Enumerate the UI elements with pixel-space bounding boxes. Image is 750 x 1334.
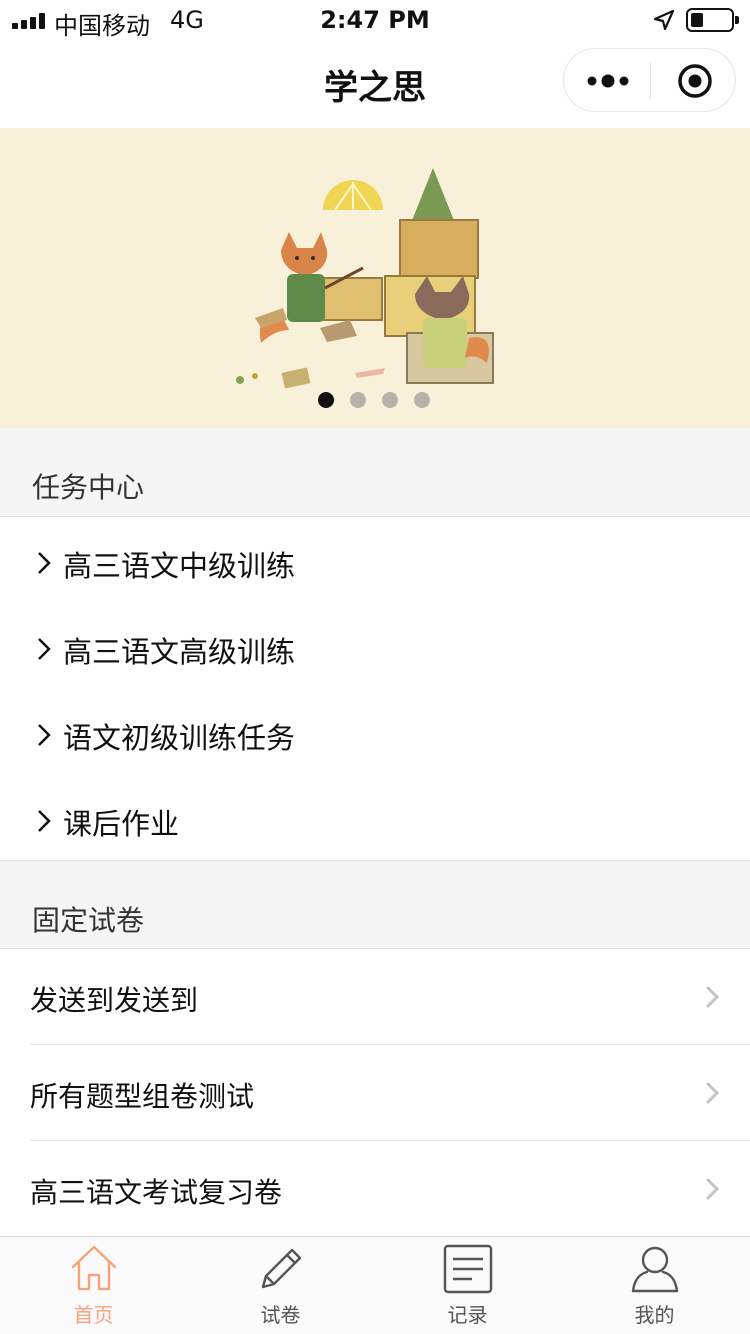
tab-papers[interactable]: 试卷 xyxy=(187,1237,374,1334)
location-arrow-icon xyxy=(653,9,675,31)
chevron-right-icon xyxy=(38,724,51,746)
status-bar: 中国移动 4G 2:47 PM xyxy=(0,0,750,40)
fixed-papers-header: 固定试卷 xyxy=(0,860,750,949)
close-mini-program-icon[interactable] xyxy=(676,62,714,100)
task-item-label: 高三语文高级训练 xyxy=(63,635,296,669)
tab-records-label: 记录 xyxy=(447,1303,488,1327)
paper-item-label: 所有题型组卷测试 xyxy=(30,1080,255,1113)
battery-icon xyxy=(686,8,739,32)
tab-profile[interactable]: 我的 xyxy=(561,1237,748,1334)
task-item-label: 高三语文中级训练 xyxy=(63,549,296,583)
chevron-right-icon xyxy=(38,638,51,660)
tab-home-label: 首页 xyxy=(73,1303,114,1327)
tab-records[interactable]: 记录 xyxy=(374,1237,561,1334)
pencil-icon xyxy=(261,1248,302,1289)
home-icon xyxy=(71,1245,117,1291)
tab-home[interactable]: 首页 xyxy=(0,1237,187,1334)
paper-list-item[interactable]: 高三语文考试复习卷 xyxy=(0,1141,750,1237)
fixed-papers-title: 固定试卷 xyxy=(32,904,145,937)
nav-bar: 学之思 xyxy=(0,40,750,128)
chevron-right-icon xyxy=(38,552,51,574)
chevron-right-icon xyxy=(705,985,720,1009)
carousel-dot[interactable] xyxy=(350,392,366,408)
tab-bar: 首页 试卷 记录 我的 xyxy=(0,1236,750,1334)
task-item[interactable]: 高三语文高级训练 xyxy=(0,604,750,690)
task-item-label: 语文初级训练任务 xyxy=(63,721,296,755)
capsule-divider xyxy=(650,63,651,99)
chevron-right-icon xyxy=(38,810,51,832)
mini-program-capsule xyxy=(563,48,736,112)
more-icon[interactable] xyxy=(586,71,630,91)
task-item[interactable]: 语文初级训练任务 xyxy=(0,690,750,776)
chevron-right-icon xyxy=(705,1177,720,1201)
user-icon xyxy=(631,1246,679,1293)
status-time: 2:47 PM xyxy=(320,6,430,34)
paper-item-label: 高三语文考试复习卷 xyxy=(30,1176,283,1209)
task-center-header: 任务中心 xyxy=(0,428,750,517)
carousel-dot[interactable] xyxy=(318,392,334,408)
carousel-dot[interactable] xyxy=(382,392,398,408)
tab-profile-label: 我的 xyxy=(634,1303,675,1327)
task-center-title: 任务中心 xyxy=(32,471,145,504)
paper-list-item[interactable]: 所有题型组卷测试 xyxy=(0,1045,750,1141)
task-item[interactable]: 课后作业 xyxy=(0,776,750,862)
list-icon xyxy=(443,1244,493,1294)
paper-item-label: 发送到发送到 xyxy=(30,984,199,1017)
task-item-label: 课后作业 xyxy=(63,807,180,841)
paper-list-item[interactable]: 发送到发送到 xyxy=(0,949,750,1045)
carousel-dot[interactable] xyxy=(414,392,430,408)
task-item[interactable]: 高三语文中级训练 xyxy=(0,518,750,604)
banner-illustration xyxy=(236,168,494,389)
tab-papers-label: 试卷 xyxy=(260,1303,301,1327)
chevron-right-icon xyxy=(705,1081,720,1105)
banner-carousel[interactable] xyxy=(0,128,750,428)
